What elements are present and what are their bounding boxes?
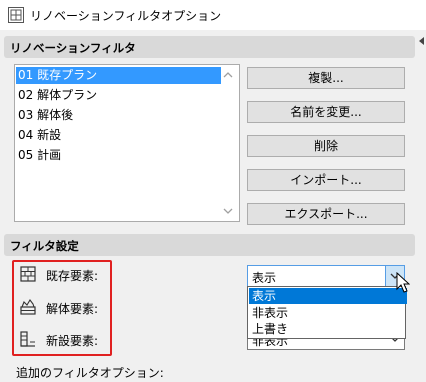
mouse-cursor-icon — [396, 272, 410, 293]
dropdown-option-override[interactable]: 上書き — [249, 321, 407, 337]
delete-button[interactable]: 削除 — [247, 135, 405, 157]
rename-button[interactable]: 名前を変更... — [247, 101, 405, 123]
section-title-settings: フィルタ設定 — [10, 239, 79, 253]
section-title-filters: リノベーションフィルタ — [10, 41, 136, 55]
demolished-element-label: 解体要素: — [46, 302, 99, 316]
demolished-element-icon — [20, 299, 36, 315]
scroll-down-icon[interactable] — [222, 206, 234, 216]
import-button[interactable]: インポート... — [247, 169, 405, 191]
dropdown-list[interactable]: 表示 非表示 上書き — [247, 286, 407, 339]
list-item[interactable]: 01 既存プラン — [16, 67, 221, 84]
new-element-icon — [20, 331, 35, 347]
dropdown-option-hide[interactable]: 非表示 — [249, 305, 407, 321]
collapse-arrow-icon[interactable] — [416, 36, 426, 46]
dropdown-option-show[interactable]: 表示 — [249, 288, 407, 304]
app-icon — [8, 7, 24, 23]
list-item[interactable]: 04 新設 — [16, 127, 221, 144]
window-title: リノベーションフィルタオプション — [30, 9, 222, 23]
list-item[interactable]: 05 計画 — [16, 147, 221, 164]
section-header-filters: リノベーションフィルタ — [4, 36, 415, 58]
existing-element-label: 既存要素: — [46, 269, 99, 283]
scroll-up-icon[interactable] — [222, 70, 234, 80]
additional-options-label: 追加のフィルタオプション: — [16, 366, 164, 380]
list-item[interactable]: 02 解体プラン — [16, 87, 221, 104]
filter-list[interactable]: 01 既存プラン 02 解体プラン 03 解体後 04 新設 05 計画 — [14, 64, 240, 222]
duplicate-button[interactable]: 複製... — [247, 67, 405, 89]
export-button[interactable]: エクスポート... — [247, 203, 405, 225]
new-element-label: 新設要素: — [46, 334, 99, 348]
existing-element-select[interactable]: 表示 — [247, 265, 405, 287]
list-scrollbar[interactable] — [218, 66, 238, 220]
section-header-settings: フィルタ設定 — [4, 234, 415, 256]
list-item[interactable]: 03 解体後 — [16, 107, 221, 124]
existing-element-icon — [20, 266, 36, 282]
existing-element-select-value: 表示 — [252, 271, 277, 285]
